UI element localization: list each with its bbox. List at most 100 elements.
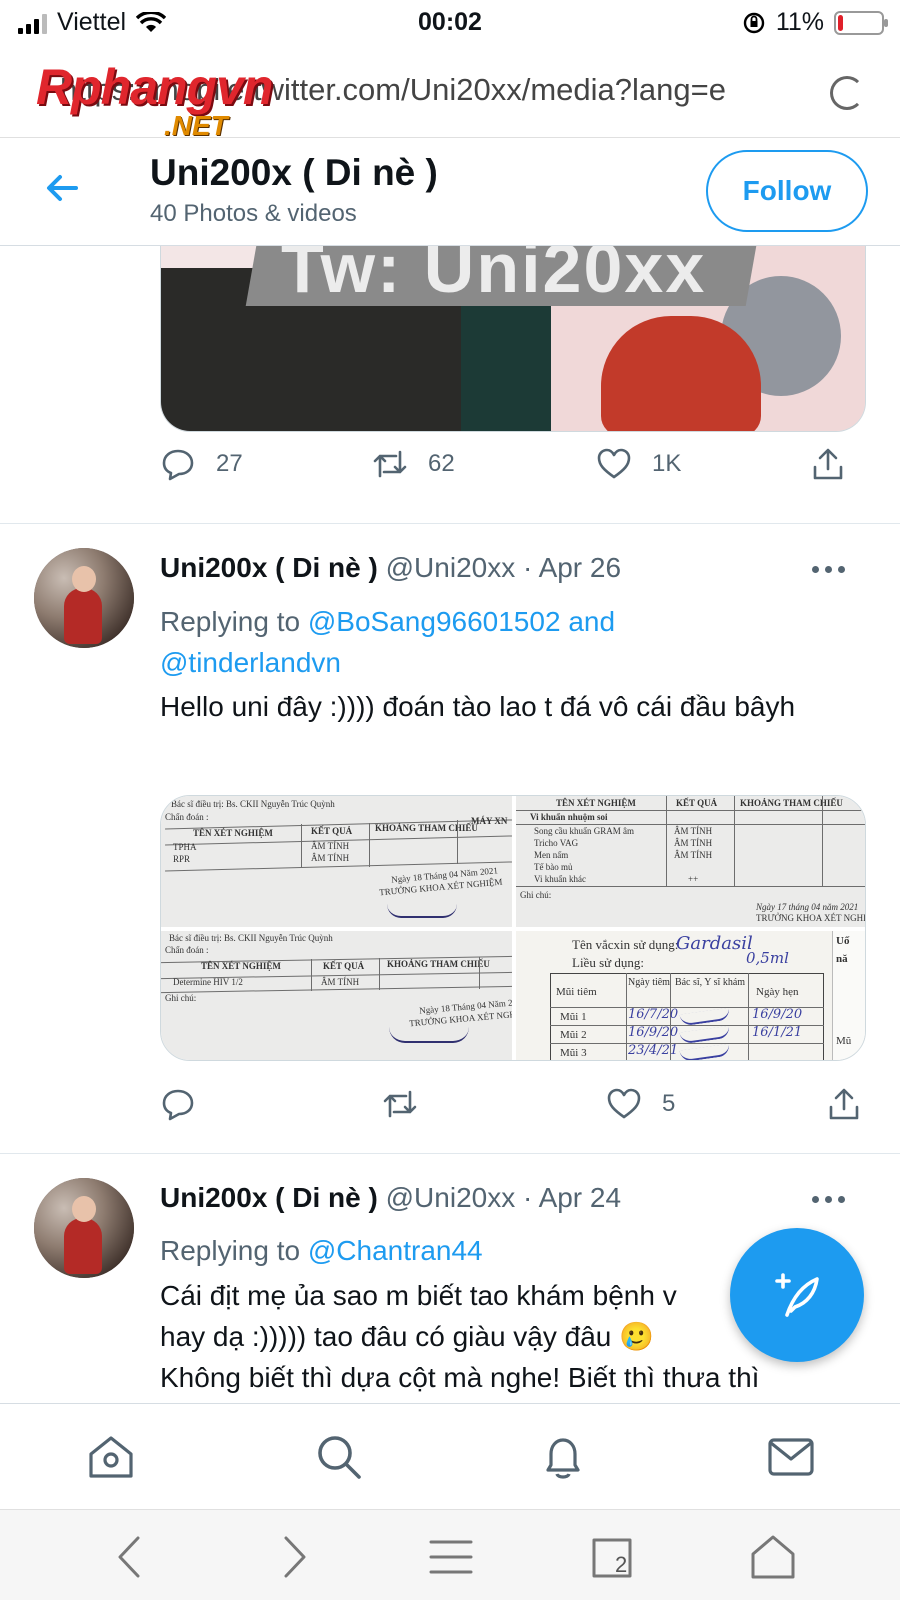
heart-icon	[597, 448, 631, 479]
doc-text: KẾT QUẢ	[676, 798, 718, 808]
tabs-icon[interactable]: 2	[588, 1532, 638, 1582]
reply-count: 27	[216, 450, 243, 477]
compose-tweet-button[interactable]	[730, 1228, 864, 1362]
tweet-text: Hello uni đây :)))) đoán tào lao t đá vô…	[160, 691, 796, 722]
handwriting: 16/7/20	[628, 1007, 679, 1022]
doc-text: ÂM TÍNH	[311, 841, 350, 851]
doc-text: Men nấm	[534, 850, 569, 860]
replying-prefix: Replying to	[160, 606, 301, 637]
separator-dot: ·	[523, 1182, 533, 1213]
doc-text: TÊN XÉT NGHIỆM	[201, 961, 281, 971]
back-arrow-icon[interactable]	[40, 166, 84, 210]
forward-icon[interactable]	[268, 1532, 318, 1582]
home-icon[interactable]	[86, 1432, 136, 1482]
tweet-date[interactable]: Apr 26	[539, 552, 622, 583]
author-handle[interactable]: @Uni20xx	[386, 1182, 516, 1213]
replying-prefix: Replying to	[160, 1235, 301, 1266]
home-icon[interactable]	[748, 1532, 798, 1582]
doc-text: Chẩn đoán :	[165, 812, 209, 822]
menu-icon[interactable]	[426, 1532, 476, 1582]
tweet-date[interactable]: Apr 24	[539, 1182, 622, 1213]
doc-text: Song cầu khuẩn GRAM âm	[534, 826, 634, 836]
doc-text: Bác sĩ điều trị: Bs. CKII Nguyễn Trúc Qu…	[169, 933, 333, 943]
handwriting: 16/1/21	[752, 1025, 803, 1040]
share-action[interactable]	[826, 1086, 862, 1122]
media-image-4[interactable]: Tên vắcxin sử dụng: Gardasil Liều sử dụn…	[516, 931, 865, 1060]
signature-mark	[387, 904, 457, 918]
author-handle[interactable]: @Uni20xx	[386, 552, 516, 583]
separator-dot: ·	[523, 552, 533, 583]
browser-url-bar[interactable]: https://mobile.twitter.com/Uni20xx/media…	[0, 48, 900, 141]
doc-text: Mũi 1	[560, 1011, 587, 1023]
media-image-2[interactable]: TÊN XÉT NGHIỆM KẾT QUẢ KHOẢNG THAM CHIẾU…	[516, 796, 866, 927]
tweet-image[interactable]: Tw: Uni20xx	[160, 246, 866, 432]
compose-feather-icon	[775, 1273, 819, 1317]
battery-icon	[834, 10, 888, 35]
doc-text: Mũi tiêm	[556, 986, 597, 998]
retweet-action[interactable]: 62	[372, 446, 455, 482]
doc-text: Mũ	[836, 1035, 852, 1047]
search-icon[interactable]	[314, 1432, 364, 1482]
signature-mark	[389, 1027, 469, 1043]
watermark-logo: Rphangvn .NET	[36, 58, 273, 141]
media-image-1[interactable]: Bác sĩ điều trị: Bs. CKII Nguyễn Trúc Qu…	[161, 796, 512, 927]
avatar[interactable]	[34, 548, 134, 648]
avatar[interactable]	[34, 1178, 134, 1278]
retweet-action[interactable]	[382, 1086, 418, 1122]
author-name[interactable]: Uni200x ( Di nè )	[160, 552, 378, 583]
doc-text: ÂM TÍNH	[311, 853, 350, 863]
doc-text: RPR	[173, 854, 191, 864]
mention-link[interactable]: @tinderlandvn	[160, 647, 341, 678]
like-action[interactable]: 1K	[596, 446, 681, 482]
doc-text: Bác sĩ điều trị: Bs. CKII Nguyễn Trúc Qu…	[171, 799, 335, 809]
share-icon	[813, 448, 843, 480]
reply-icon	[162, 449, 194, 481]
retweet-count: 62	[428, 450, 455, 477]
like-count: 1K	[652, 450, 682, 477]
tweet-divider	[0, 1153, 900, 1154]
handwriting: 16/9/20	[628, 1025, 679, 1040]
doc-text: ÂM TÍNH	[674, 838, 713, 848]
back-icon[interactable]	[106, 1532, 156, 1582]
doc-text: Uố	[836, 935, 850, 947]
doc-text: Ngày 17 tháng 04 năm 2021	[756, 902, 859, 912]
doc-text: TÊN XÉT NGHIỆM	[556, 798, 636, 808]
doc-text: ++	[688, 874, 699, 884]
handwriting: 16/9/20	[752, 1007, 803, 1022]
mention-link[interactable]: @Chantran44	[308, 1235, 483, 1266]
reload-icon[interactable]	[830, 76, 864, 110]
doc-text: KHOẢNG THAM CHIẾU	[375, 823, 478, 833]
doc-text: Tế bào mủ	[534, 862, 573, 872]
reply-action[interactable]: 27	[160, 446, 243, 482]
notifications-icon[interactable]	[538, 1432, 588, 1482]
handwriting: 23/4/21	[628, 1043, 679, 1058]
doc-text: KHOẢNG THAM CHIẾU	[740, 798, 843, 808]
media-image-3[interactable]: Bác sĩ điều trị: Bs. CKII Nguyễn Trúc Qu…	[161, 931, 512, 1060]
doc-text: ÂM TÍNH	[674, 826, 713, 836]
doc-text: TÊN XÉT NGHIỆM	[193, 828, 273, 838]
reply-action[interactable]	[160, 1086, 196, 1122]
and-word[interactable]: and	[568, 606, 615, 637]
author-name[interactable]: Uni200x ( Di nè )	[160, 1182, 378, 1213]
mention-link[interactable]: @BoSang96601502	[308, 606, 561, 637]
doc-text: Ghi chú:	[520, 890, 552, 900]
follow-button[interactable]: Follow	[706, 150, 868, 232]
doc-text: Vi khuẩn nhuộm soi	[530, 812, 608, 822]
doc-text: Ngày tiêm	[628, 977, 670, 988]
doc-text: Tricho VAG	[534, 838, 579, 848]
share-action[interactable]	[810, 446, 846, 482]
heart-icon	[607, 1088, 641, 1119]
share-icon	[829, 1088, 859, 1120]
doc-text: TRƯỞNG KHOA XÉT NGHIỆM	[756, 913, 866, 923]
messages-icon[interactable]	[766, 1432, 816, 1482]
twitter-bottom-nav	[0, 1403, 900, 1509]
more-icon[interactable]	[812, 566, 845, 573]
more-icon[interactable]	[812, 1196, 845, 1203]
media-count: 40 Photos & videos	[150, 200, 357, 227]
battery-percent: 11%	[775, 8, 824, 36]
doc-text: ÂM TÍNH	[321, 977, 360, 987]
tab-count: 2	[615, 1552, 628, 1577]
status-bar: Viettel 00:02 11%	[0, 0, 900, 46]
like-action[interactable]: 5	[606, 1086, 675, 1122]
orientation-lock-icon	[743, 12, 765, 33]
